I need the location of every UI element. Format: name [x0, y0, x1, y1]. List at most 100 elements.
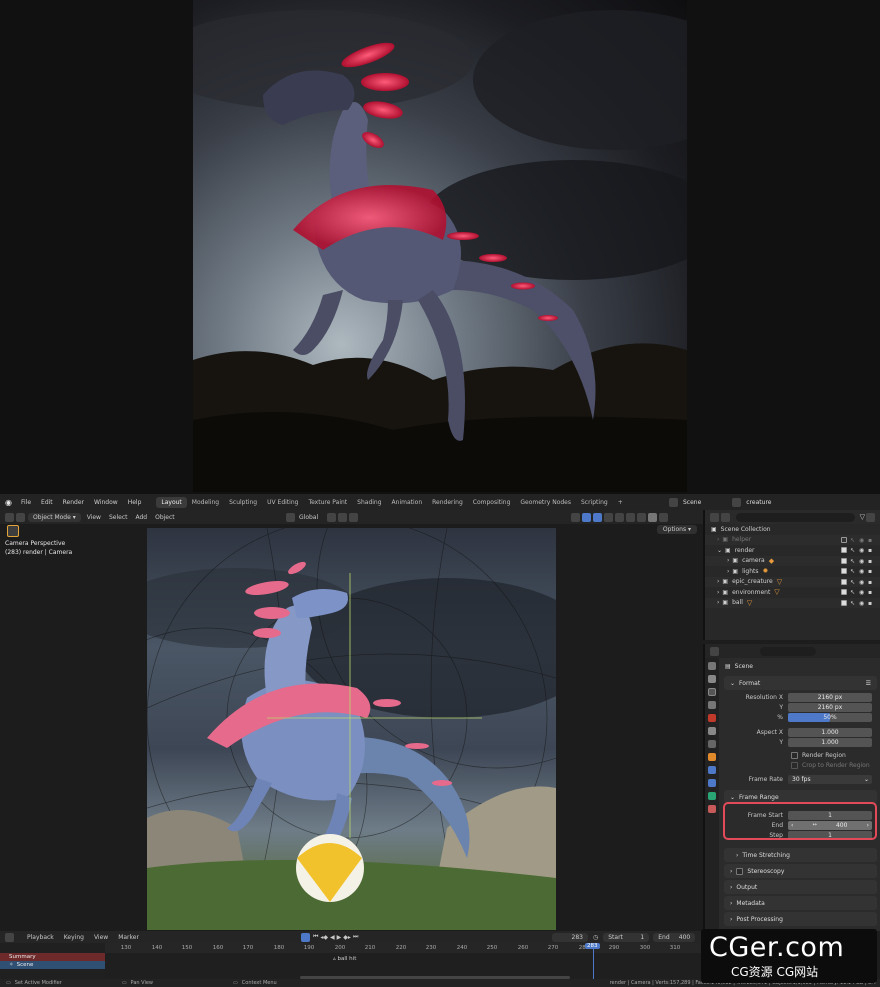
tab-scripting[interactable]: Scripting	[576, 497, 613, 508]
menu-help[interactable]: Help	[123, 499, 147, 506]
particles-tab-icon[interactable]	[708, 779, 716, 787]
object-tab-icon[interactable]	[708, 753, 716, 761]
camera-icon[interactable]: ▪	[868, 568, 874, 575]
select-tool-icon[interactable]	[7, 525, 19, 537]
filter-icon[interactable]: ▽	[860, 513, 865, 521]
tab-sculpting[interactable]: Sculpting	[224, 497, 262, 508]
format-panel-header[interactable]: ⌄ Format ☰	[724, 676, 877, 690]
tab-animation[interactable]: Animation	[387, 497, 428, 508]
tab-layout[interactable]: Layout	[156, 496, 187, 508]
frame-ruler[interactable]: 130 140 150 160 170 180 190 200 210 220 …	[105, 943, 703, 953]
proportional-edit-icon[interactable]	[349, 512, 359, 522]
scene-channel[interactable]: ✧ Scene	[0, 961, 105, 969]
scene-tab-icon[interactable]	[708, 714, 716, 722]
resolution-pct-field[interactable]: 50%	[788, 712, 872, 722]
select-icon[interactable]: ↖	[850, 568, 856, 575]
editor-type-icon[interactable]	[5, 512, 14, 522]
crop-region-checkbox[interactable]	[791, 761, 798, 769]
display-mode-icon[interactable]	[721, 512, 730, 522]
stereoscopy-panel-header[interactable]: › Stereoscopy	[724, 864, 877, 878]
camera-icon[interactable]: ▪	[868, 558, 874, 565]
camera-icon[interactable]: ▪	[868, 589, 874, 596]
jump-end-icon[interactable]: ⏭	[353, 933, 358, 941]
resolution-y-field[interactable]: 2160 px	[788, 702, 872, 712]
exclude-checkbox[interactable]	[841, 589, 847, 596]
menu-select[interactable]: Select	[105, 514, 132, 521]
menu-render[interactable]: Render	[58, 499, 89, 506]
frame-range-panel-header[interactable]: ⌄ Frame Range	[724, 790, 877, 804]
blender-logo-icon[interactable]: ◉	[0, 498, 16, 507]
3d-viewport[interactable]: Camera Perspective (283) render | Camera…	[0, 524, 703, 931]
tab-texture-paint[interactable]: Texture Paint	[303, 497, 352, 508]
outliner-row-ball[interactable]: › ▣ ball ▽ ↖ ◉ ▪	[705, 597, 880, 608]
transform-orientation-icon[interactable]	[286, 512, 295, 522]
jump-start-icon[interactable]: ⏮	[313, 933, 318, 941]
stereoscopy-checkbox[interactable]	[736, 867, 744, 875]
modifier-tab-icon[interactable]	[708, 766, 716, 774]
select-mode-icon[interactable]	[16, 512, 25, 522]
increment-arrow-icon[interactable]: ›	[867, 822, 869, 829]
properties-editor-icon[interactable]	[710, 646, 719, 656]
physics-tab-icon[interactable]	[708, 792, 716, 800]
play-icon[interactable]: ▶	[337, 934, 342, 941]
world-tab-icon[interactable]	[708, 727, 716, 735]
expand-arrow-icon[interactable]: ›	[717, 589, 719, 596]
tab-rendering[interactable]: Rendering	[427, 497, 468, 508]
outliner-search-input[interactable]	[736, 512, 855, 522]
frame-step-field[interactable]: 1	[788, 830, 872, 840]
tab-uv-editing[interactable]: UV Editing	[262, 497, 303, 508]
eye-icon[interactable]: ◉	[859, 537, 865, 544]
select-icon[interactable]: ↖	[850, 547, 856, 554]
expand-arrow-icon[interactable]: ›	[717, 536, 719, 543]
view-layer-field[interactable]: creature	[742, 499, 771, 506]
eye-icon[interactable]: ◉	[859, 547, 865, 554]
expand-arrow-icon[interactable]: ›	[717, 599, 719, 606]
visibility-icon[interactable]	[571, 512, 580, 522]
menu-view[interactable]: View	[83, 514, 105, 521]
properties-search-input[interactable]	[760, 646, 816, 656]
transform-orientation-dropdown[interactable]: Global	[296, 514, 326, 521]
aspect-y-field[interactable]: 1.000	[788, 737, 872, 747]
select-icon[interactable]: ↖	[850, 537, 856, 544]
clock-icon[interactable]: ◷	[593, 934, 598, 941]
xray-icon[interactable]	[604, 512, 613, 522]
render-tab-icon[interactable]	[708, 675, 716, 683]
collection-tab-icon[interactable]	[708, 740, 716, 748]
select-icon[interactable]: ↖	[850, 579, 856, 586]
material-shading-icon[interactable]	[637, 512, 646, 522]
expand-arrow-icon[interactable]: ›	[717, 578, 719, 585]
frame-start-field[interactable]: 1	[788, 810, 872, 820]
record-icon[interactable]	[301, 932, 310, 942]
exclude-checkbox[interactable]	[841, 547, 847, 554]
frame-rate-dropdown[interactable]: 30 fps ⌄	[788, 774, 872, 784]
exclude-checkbox[interactable]	[841, 536, 847, 543]
output-tab-icon[interactable]	[708, 688, 716, 696]
prev-keyframe-icon[interactable]: ◂◆	[320, 934, 328, 941]
view-layer-icon[interactable]	[732, 497, 742, 507]
eye-icon[interactable]: ◉	[859, 558, 865, 565]
view-layer-tab-icon[interactable]	[708, 701, 716, 709]
menu-keying[interactable]: Keying	[59, 934, 89, 941]
eye-icon[interactable]: ◉	[859, 589, 865, 596]
solid-shading-icon[interactable]	[626, 512, 635, 522]
exclude-checkbox[interactable]	[841, 578, 847, 585]
object-mode-dropdown[interactable]: Object Mode ▾	[28, 512, 81, 522]
menu-file[interactable]: File	[16, 499, 36, 506]
tool-tab-icon[interactable]	[708, 662, 716, 670]
expand-arrow-icon[interactable]: ›	[727, 557, 729, 564]
start-frame-field[interactable]: Start 1	[603, 932, 650, 942]
eye-icon[interactable]: ◉	[859, 600, 865, 607]
frame-end-field[interactable]: ‹ ↔ 400 ›	[788, 820, 872, 830]
presets-icon[interactable]: ☰	[866, 680, 871, 687]
outliner-row-lights[interactable]: › ▣ lights ✹ ↖ ◉ ▪	[705, 566, 880, 577]
exclude-checkbox[interactable]	[841, 599, 847, 606]
timeline-editor-icon[interactable]	[5, 932, 14, 942]
outliner-row-render[interactable]: ⌄ ▣ render ↖ ◉ ▪	[705, 545, 880, 556]
add-workspace-button[interactable]: +	[613, 497, 628, 508]
expand-arrow-icon[interactable]: ›	[727, 568, 729, 575]
tab-compositing[interactable]: Compositing	[468, 497, 516, 508]
snap-icon[interactable]	[338, 512, 348, 522]
menu-add[interactable]: Add	[131, 514, 151, 521]
camera-icon[interactable]: ▪	[868, 547, 874, 554]
rendered-shading-icon[interactable]	[648, 512, 657, 522]
